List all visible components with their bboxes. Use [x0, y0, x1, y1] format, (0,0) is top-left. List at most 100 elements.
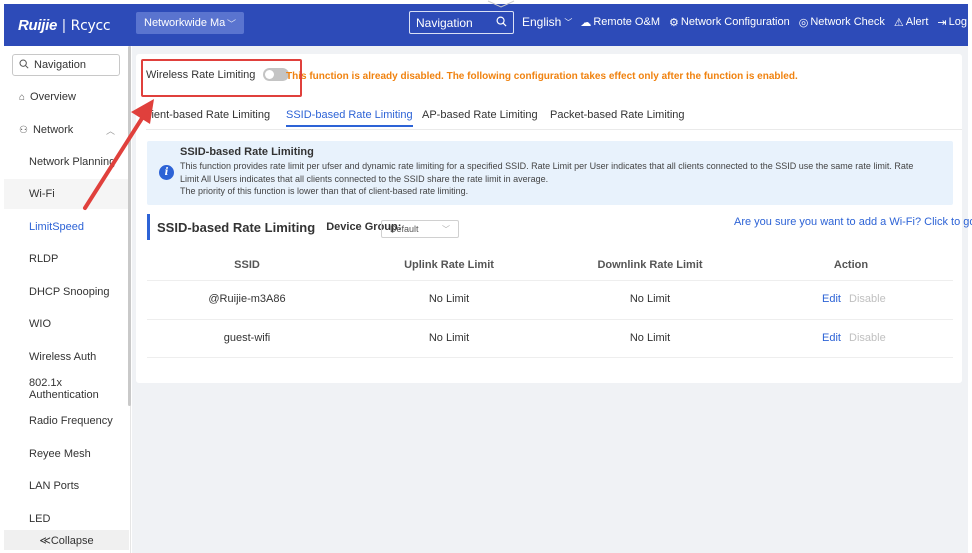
annotation-highlight-box — [141, 59, 302, 97]
search-icon — [19, 59, 29, 72]
disabled-warning-text: This function is already disabled. The f… — [286, 71, 798, 82]
sidebar-item-label: Radio Frequency — [29, 415, 113, 427]
alert-link[interactable]: ⚠ Alert — [894, 16, 929, 29]
tabs-divider — [146, 129, 962, 130]
network-icon: ⚇ — [19, 124, 28, 136]
alert-icon: ⚠ — [893, 16, 904, 29]
disable-button[interactable]: Disable — [849, 332, 886, 344]
sidebar-item-overview[interactable]: ⌂ Overview — [4, 82, 131, 112]
drag-handle-icon — [487, 0, 515, 8]
sidebar-item-label: RLDP — [29, 253, 59, 265]
rate-limit-tabs: lient-based Rate Limiting SSID-based Rat… — [146, 104, 962, 130]
chevron-down-icon: ﹀ — [564, 17, 573, 27]
language-label: English — [522, 15, 562, 29]
collapse-button[interactable]: ≪Collapse — [4, 530, 129, 550]
sidebar-item-label: Reyee Mesh — [29, 448, 91, 460]
brand-logo[interactable]: Ruijie | Rcycc — [18, 16, 111, 34]
sidebar-item-label: Wi-Fi — [29, 188, 55, 200]
sidebar-scrollbar[interactable] — [128, 46, 131, 406]
add-wifi-link[interactable]: Are you sure you want to add a Wi-Fi? Cl… — [734, 216, 972, 228]
sidebar-item-wireless-auth[interactable]: Wireless Auth — [4, 342, 131, 372]
column-header-downlink: Downlink Rate Limit — [597, 259, 703, 271]
network-select-value: Networkwide Ma — [144, 17, 226, 29]
sidebar-item-label: LimitSpeed — [29, 221, 85, 233]
column-header-ssid: SSID — [234, 259, 260, 271]
table-divider — [147, 319, 953, 320]
info-line: Limit All Users indicates that all clien… — [180, 173, 549, 184]
logo-sub: Rcycc — [70, 17, 111, 34]
logout-icon: ⇥ — [937, 16, 947, 29]
section-title: SSID-based Rate Limiting — [157, 219, 316, 235]
network-select[interactable]: Networkwide Ma ﹀ — [136, 12, 244, 34]
remote-om-link[interactable]: ☁ Remote O&M — [580, 16, 660, 29]
home-icon: ⌂ — [19, 91, 26, 103]
network-check-link[interactable]: ◎ Network Check — [799, 16, 885, 29]
sidebar-item-rldp[interactable]: RLDP — [4, 244, 131, 274]
edit-button[interactable]: Edit — [822, 293, 841, 305]
disable-button[interactable]: Disable — [849, 293, 886, 305]
network-config-icon: ⚙ — [669, 16, 679, 29]
language-select[interactable]: English ﹀ — [522, 15, 572, 29]
network-configuration-link[interactable]: ⚙ Network Configuration — [669, 16, 790, 29]
uplink-cell: No Limit — [428, 332, 470, 344]
sidebar: Navigation ⌂ Overview ⚇ Network ︿ Networ… — [4, 46, 131, 553]
network-check-icon: ◎ — [798, 16, 809, 29]
sidebar-item-label: Wireless Auth — [29, 351, 97, 363]
top-navigation-label: Navigation — [416, 15, 473, 30]
ssid-cell: guest-wifi — [223, 332, 271, 344]
tab-packet-based-rate-limiting[interactable]: Packet-based Rate Limiting — [550, 109, 685, 121]
collapse-label: ≪Collapse — [39, 534, 94, 547]
remote-om-label: Remote O&M — [593, 16, 660, 28]
chevron-up-icon: ︿ — [105, 125, 115, 136]
chevron-down-icon: ﹀ — [442, 224, 450, 234]
column-header-action: Action — [833, 259, 869, 271]
alert-label: Alert — [905, 16, 929, 28]
sidebar-item-limitspeed[interactable]: LimitSpeed — [4, 212, 131, 242]
network-check-label: Network Check — [810, 16, 885, 28]
edit-button[interactable]: Edit — [822, 332, 841, 344]
network-configuration-label: Network Configuration — [680, 16, 790, 28]
uplink-cell: No Limit — [428, 293, 470, 305]
sidebar-item-label: Overview — [30, 91, 76, 103]
sidebar-item-label: WIO — [29, 318, 51, 330]
device-group-select[interactable]: Default ﹀ — [381, 220, 459, 238]
tab-ap-based-rate-limiting[interactable]: AP-based Rate Limiting — [422, 109, 538, 121]
sidebar-item-label: 802.1x Authentication — [29, 377, 99, 401]
sidebar-item-label: LAN Ports — [29, 480, 80, 492]
section-header: SSID-based Rate Limiting Device Group: — [147, 214, 401, 240]
info-line: This function provides rate limit per uf… — [180, 161, 914, 171]
logout-link[interactable]: ⇥ Log Out — [937, 16, 972, 29]
sidebar-item-network-planning[interactable]: Network Planning — [4, 147, 131, 177]
sidebar-item-8021x-authentication[interactable]: 802.1x Authentication — [4, 374, 131, 404]
sidebar-item-label: Network Planning — [29, 156, 116, 168]
device-group-value: Default — [390, 224, 419, 234]
info-line: The priority of this function is lower t… — [180, 186, 469, 196]
downlink-cell: No Limit — [629, 332, 671, 344]
logout-label: Log Out — [948, 16, 972, 28]
downlink-cell: No Limit — [629, 293, 671, 305]
sidebar-item-wifi[interactable]: Wi-Fi — [4, 179, 131, 209]
sidebar-item-radio-frequency[interactable]: Radio Frequency — [4, 406, 131, 436]
sidebar-item-wio[interactable]: WIO — [4, 309, 131, 339]
sidebar-item-dhcp-snooping[interactable]: DHCP Snooping — [4, 277, 131, 307]
table-divider — [147, 357, 953, 358]
ssid-cell: @Ruijie-m3A86 — [208, 293, 286, 305]
sidebar-item-label: LED — [29, 513, 51, 525]
sidebar-search-input[interactable]: Navigation — [12, 54, 120, 76]
tab-client-based-rate-limiting[interactable]: lient-based Rate Limiting — [149, 109, 270, 121]
chevron-down-icon: ﹀ — [226, 18, 236, 29]
sidebar-item-lan-ports[interactable]: LAN Ports — [4, 471, 131, 501]
search-icon — [496, 16, 507, 30]
sidebar-item-network[interactable]: ⚇ Network ︿ — [4, 115, 131, 145]
info-title: SSID-based Rate Limiting — [180, 146, 314, 158]
sidebar-item-reyee-mesh[interactable]: Reyee Mesh — [4, 439, 131, 469]
info-description: This function provides rate limit per uf… — [180, 160, 940, 198]
sidebar-search-label: Navigation — [34, 59, 86, 71]
top-navigation-search[interactable]: Navigation — [409, 11, 514, 34]
tab-ssid-based-rate-limiting[interactable]: SSID-based Rate Limiting — [286, 109, 413, 127]
logo-brand: Ruijie — [18, 16, 58, 34]
cloud-icon: ☁ — [580, 16, 592, 29]
top-menu: English ﹀ ☁ Remote O&M ⚙ Network Configu… — [522, 15, 972, 29]
column-header-uplink: Uplink Rate Limit — [404, 259, 494, 271]
sidebar-item-label: DHCP Snooping — [29, 286, 110, 298]
